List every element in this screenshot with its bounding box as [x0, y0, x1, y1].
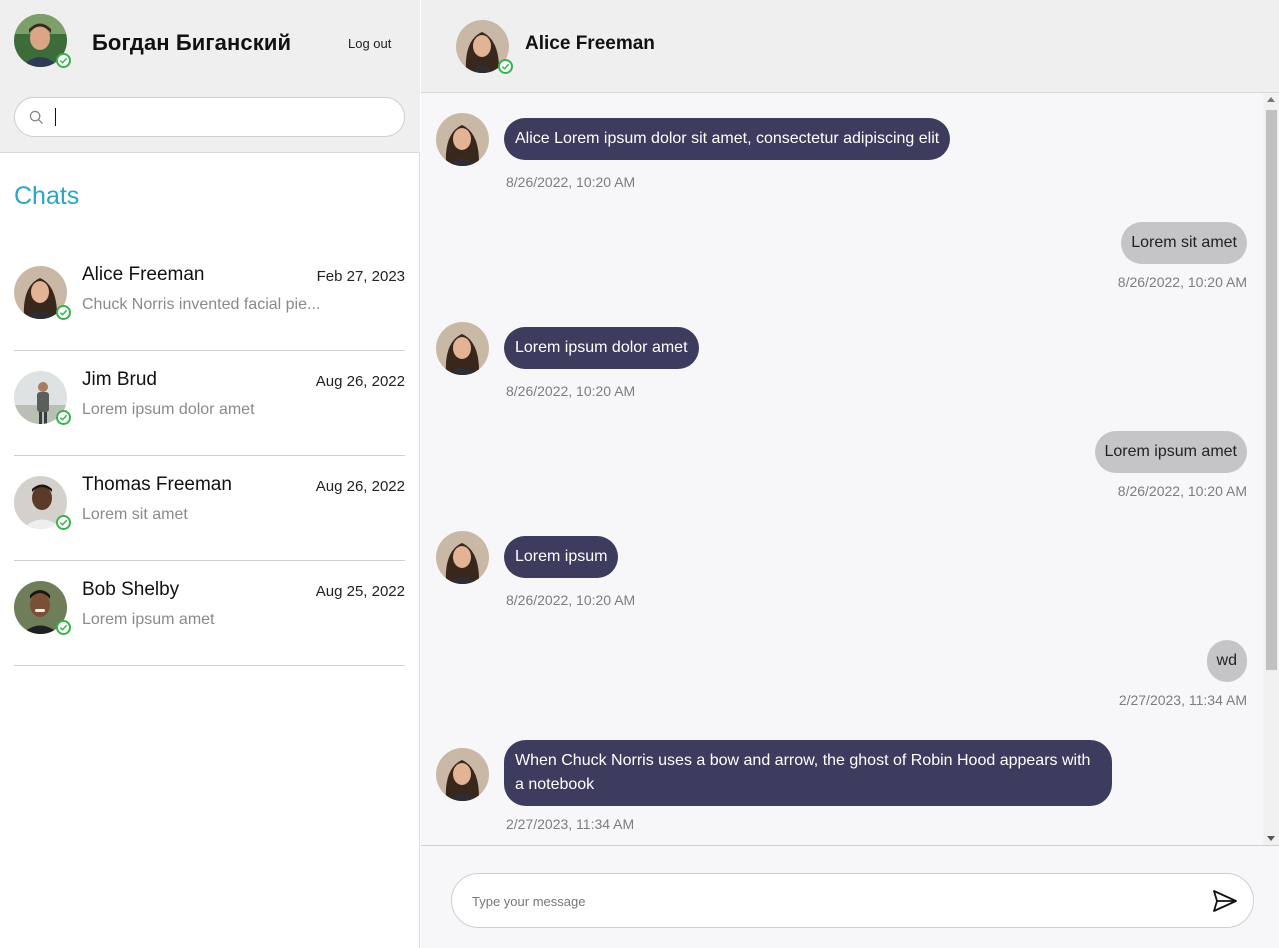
chat-date: Aug 26, 2022	[315, 373, 405, 390]
avatar-photo-icon	[436, 531, 489, 584]
outgoing-message-bubble: Lorem ipsum amet	[1094, 431, 1247, 473]
chat-date: Feb 27, 2023	[316, 268, 405, 285]
message-list[interactable]: Alice Lorem ipsum dolor sit amet, consec…	[421, 93, 1279, 845]
outgoing-message-bubble: Lorem sit amet	[1121, 222, 1247, 264]
incoming-message-bubble: When Chuck Norris uses a bow and arrow, …	[504, 740, 1112, 806]
message-timestamp: 8/26/2022, 10:20 AM	[1117, 483, 1247, 499]
incoming-message-bubble: Lorem ipsum dolor amet	[504, 327, 699, 369]
last-message-preview: Lorem ipsum dolor amet	[82, 401, 255, 418]
message-input-box[interactable]	[451, 873, 1254, 928]
send-button[interactable]	[1211, 887, 1239, 915]
message-avatar	[436, 113, 489, 166]
message-input[interactable]	[472, 890, 1172, 912]
online-check-icon	[498, 59, 513, 74]
conversation-header: Alice Freeman	[421, 0, 1279, 93]
current-user-avatar[interactable]	[14, 14, 71, 68]
incoming-message-bubble: Lorem ipsum	[504, 536, 619, 578]
message-avatar	[436, 322, 489, 375]
contact-name: Thomas Freeman	[82, 474, 232, 495]
conversation-contact-name: Alice Freeman	[525, 33, 655, 54]
chat-date: Aug 25, 2022	[315, 583, 405, 600]
chat-list-item[interactable]: Alice Freeman Feb 27, 2023 Chuck Norris …	[14, 246, 405, 351]
send-icon	[1213, 890, 1237, 912]
chats-heading: Chats	[14, 182, 80, 210]
message-scrollbar[interactable]	[1263, 93, 1279, 845]
outgoing-message-bubble: wd	[1206, 640, 1247, 682]
scroll-up-arrow-icon[interactable]	[1267, 97, 1275, 102]
contact-avatar[interactable]	[456, 20, 513, 74]
avatar-photo-icon	[436, 748, 489, 801]
incoming-message-bubble: Alice Lorem ipsum dolor sit amet, consec…	[504, 118, 951, 160]
message-timestamp: 2/27/2023, 11:34 AM	[1118, 692, 1247, 708]
contact-name: Jim Brud	[82, 369, 157, 390]
message-timestamp: 8/26/2022, 10:20 AM	[506, 592, 636, 608]
sidebar-header: Богдан Биганский Log out	[0, 0, 420, 153]
chat-list-item[interactable]: Jim Brud Aug 26, 2022 Lorem ipsum dolor …	[14, 351, 405, 456]
last-message-preview: Chuck Norris invented facial pie...	[82, 296, 321, 313]
contact-avatar	[14, 581, 71, 635]
message-timestamp: 8/26/2022, 10:20 AM	[506, 174, 636, 190]
contact-name: Alice Freeman	[82, 264, 205, 285]
message-avatar	[436, 531, 489, 584]
search-input[interactable]	[53, 106, 393, 130]
conversation-panel: Alice Freeman Alice Lorem ipsum dolor si…	[421, 0, 1279, 948]
sidebar: Богдан Биганский Log out Chats Alice Fre…	[0, 0, 420, 948]
search-box[interactable]	[14, 97, 405, 137]
message-timestamp: 2/27/2023, 11:34 AM	[506, 816, 635, 832]
online-check-icon	[56, 53, 71, 68]
avatar-photo-icon	[436, 322, 489, 375]
chat-list-item[interactable]: Bob Shelby Aug 25, 2022 Lorem ipsum amet	[14, 561, 405, 666]
avatar-photo-icon	[436, 113, 489, 166]
online-check-icon	[56, 305, 71, 320]
chat-date: Aug 26, 2022	[315, 478, 405, 495]
message-avatar	[436, 748, 489, 801]
contact-avatar	[14, 371, 71, 425]
logout-button[interactable]: Log out	[348, 36, 391, 51]
current-user-name: Богдан Биганский	[92, 30, 292, 55]
contact-avatar	[14, 476, 71, 530]
chat-list-item[interactable]: Thomas Freeman Aug 26, 2022 Lorem sit am…	[14, 456, 405, 561]
message-timestamp: 8/26/2022, 10:20 AM	[506, 383, 636, 399]
search-icon	[29, 110, 44, 125]
last-message-preview: Lorem ipsum amet	[82, 611, 215, 628]
contact-avatar	[14, 266, 71, 320]
scrollbar-thumb[interactable]	[1266, 110, 1277, 670]
message-composer	[421, 845, 1279, 948]
last-message-preview: Lorem sit amet	[82, 506, 188, 523]
contact-name: Bob Shelby	[82, 579, 180, 600]
text-caret	[55, 108, 56, 126]
online-check-icon	[56, 410, 71, 425]
message-timestamp: 8/26/2022, 10:20 AM	[1117, 274, 1247, 290]
online-check-icon	[56, 515, 71, 530]
online-check-icon	[56, 620, 71, 635]
scroll-down-arrow-icon[interactable]	[1267, 836, 1275, 841]
